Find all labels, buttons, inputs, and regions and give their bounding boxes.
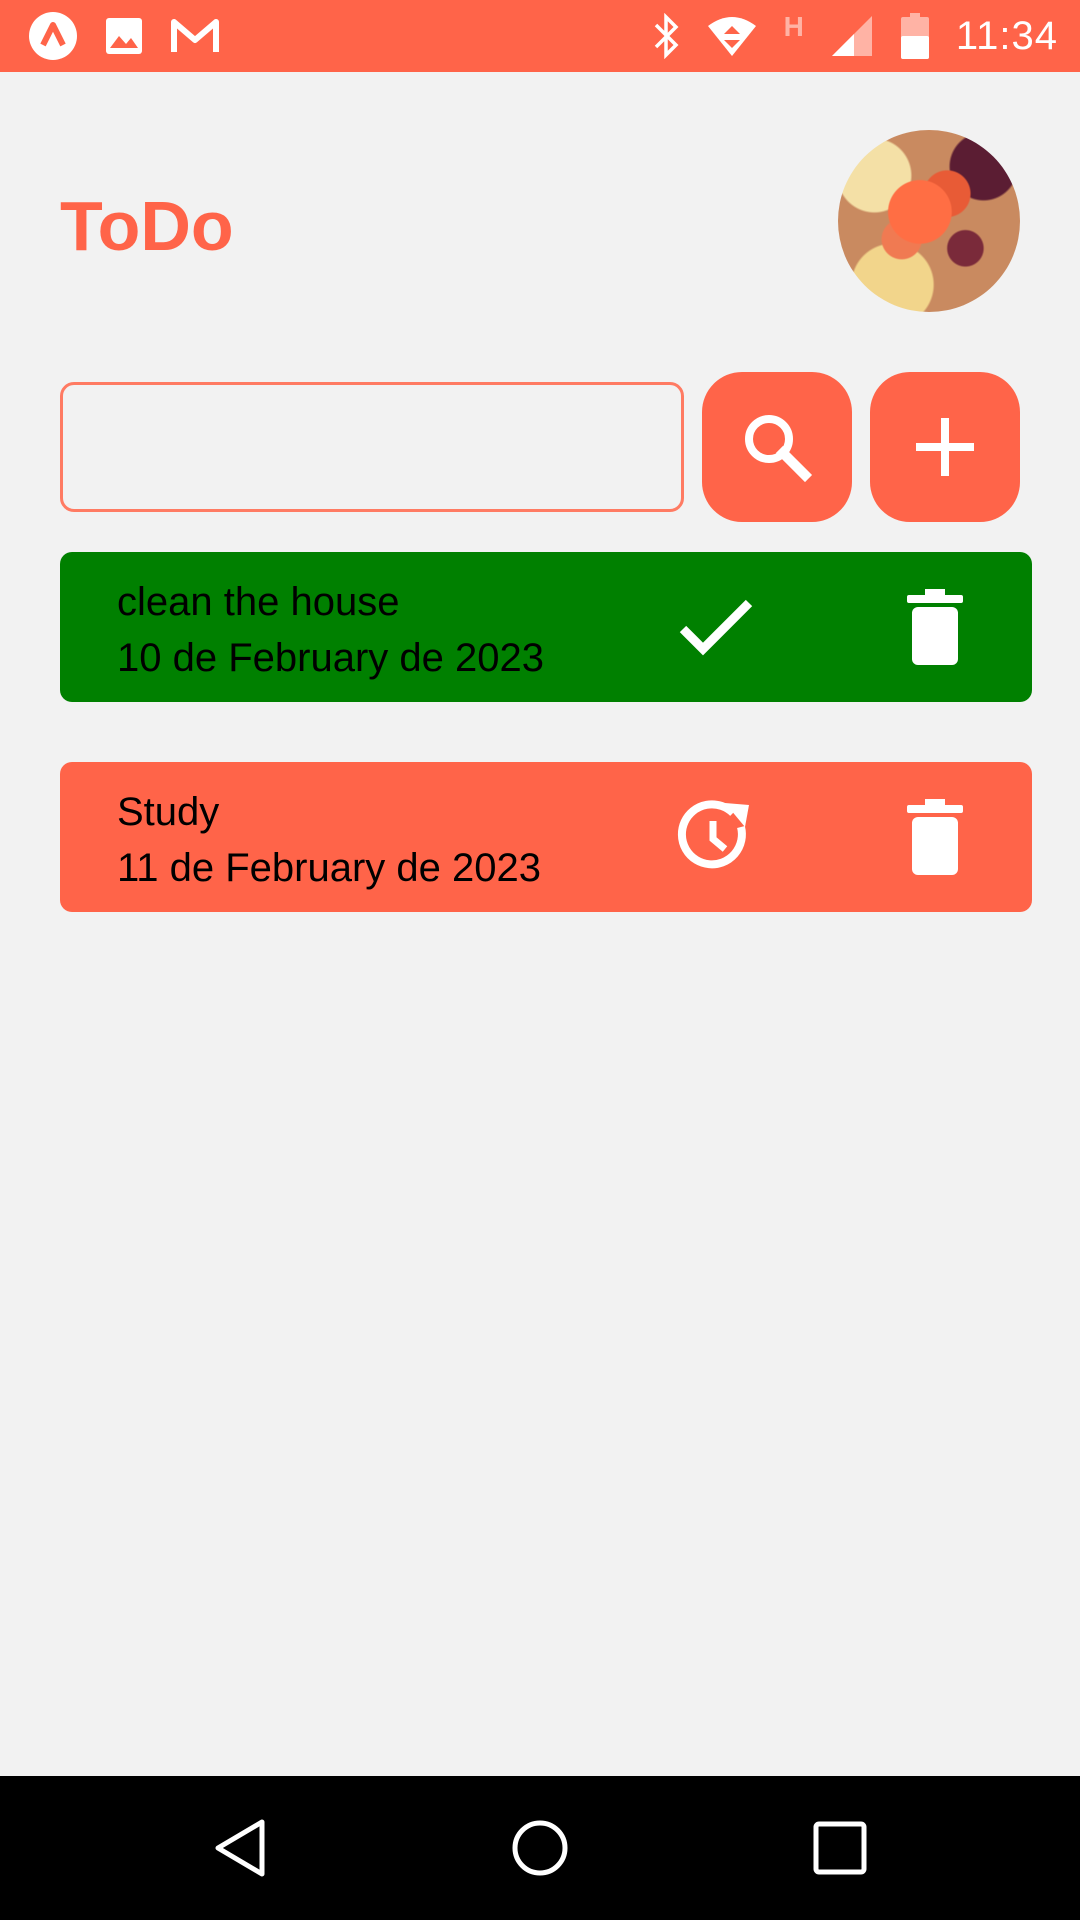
wifi-icon [707, 17, 756, 56]
search-input[interactable] [60, 382, 684, 512]
task-date: 11 de February de 2023 [117, 846, 542, 890]
recents-icon [813, 1821, 867, 1875]
gmail-icon [171, 19, 219, 52]
back-button[interactable] [200, 1808, 280, 1888]
clock-refresh-icon [677, 800, 749, 869]
task-text: Study 11 de February de 2023 [117, 784, 541, 896]
task-item[interactable]: Study 11 de February de 2023 [60, 762, 1032, 912]
avatar[interactable] [838, 130, 1020, 312]
home-button[interactable] [500, 1808, 580, 1888]
page-title: ToDo [60, 187, 234, 265]
delete-task-button[interactable] [890, 582, 980, 672]
bluetooth-icon [654, 13, 679, 59]
recents-button[interactable] [800, 1808, 880, 1888]
signal-icon [831, 16, 872, 56]
trash-icon [907, 799, 963, 875]
task-title: Study [117, 790, 220, 834]
pending-status-button[interactable] [670, 792, 760, 882]
task-date: 10 de February de 2023 [117, 636, 544, 680]
home-icon [512, 1820, 568, 1876]
back-icon [215, 1819, 265, 1877]
search-icon [745, 415, 813, 483]
mark-done-button[interactable] [670, 582, 760, 672]
trash-icon [907, 589, 963, 665]
add-task-button[interactable] [870, 372, 1020, 522]
task-item[interactable]: clean the house 10 de February de 2023 [60, 552, 1032, 702]
h-network-icon: H [783, 11, 804, 42]
task-title: clean the house [117, 580, 400, 624]
delete-task-button[interactable] [890, 792, 980, 882]
status-bar: H 11:34 [0, 0, 1080, 72]
task-text: clean the house 10 de February de 2023 [117, 574, 544, 686]
battery-icon [900, 13, 929, 59]
search-button[interactable] [702, 372, 852, 522]
image-icon [106, 18, 142, 54]
clock-time: 11:34 [955, 13, 1058, 58]
check-icon [679, 599, 753, 656]
navigation-bar [0, 1776, 1080, 1920]
app-a-icon [29, 12, 77, 60]
plus-icon [916, 418, 974, 476]
